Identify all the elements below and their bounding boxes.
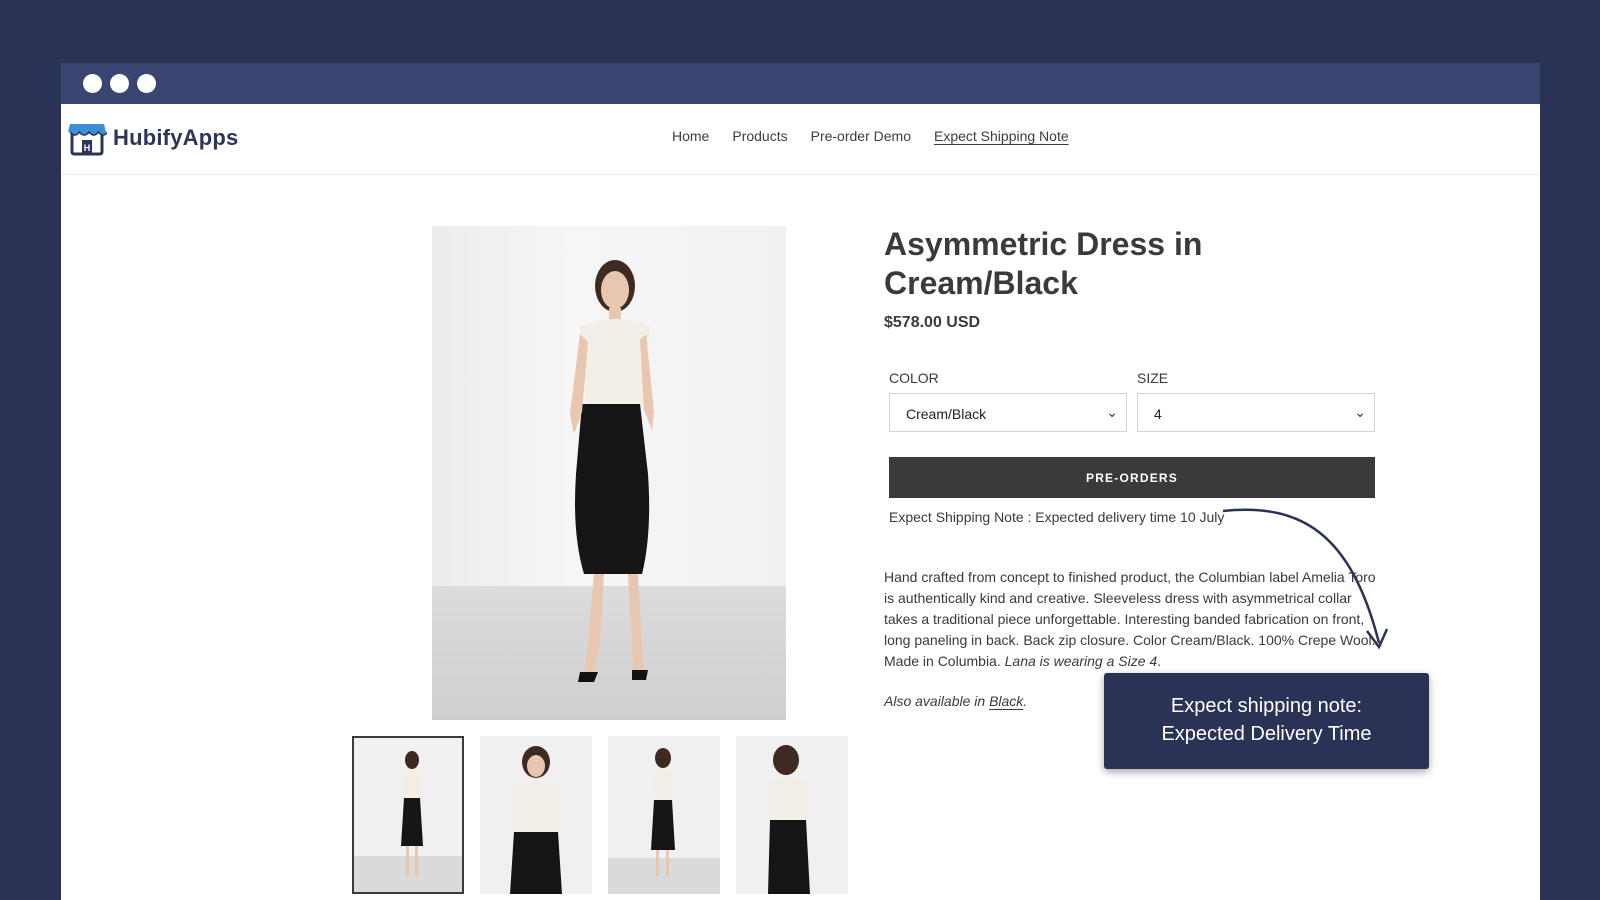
shipping-note: Expect Shipping Note : Expected delivery… (889, 509, 1225, 525)
size-select[interactable]: 4 ⌄ (1137, 393, 1375, 432)
product-thumbnail-4[interactable] (736, 736, 848, 894)
description-italic: Lana is wearing a Size 4 (1004, 653, 1158, 669)
nav-item-preorder-demo[interactable]: Pre-order Demo (811, 128, 911, 144)
nav-item-products[interactable]: Products (732, 128, 787, 144)
callout-line-1: Expect shipping note: (1170, 695, 1363, 717)
product-thumbnail-1[interactable] (352, 736, 464, 894)
nav-item-expect-shipping-note[interactable]: Expect Shipping Note (934, 128, 1069, 144)
size-label: SIZE (1137, 370, 1169, 386)
svg-text:H: H (84, 143, 91, 153)
main-nav: Home Products Pre-order Demo Expect Ship… (672, 128, 1069, 144)
product-title: Asymmetric Dress in Cream/Black (884, 226, 1203, 301)
browser-window: H HubifyApps Home Products Pre-order Dem… (61, 63, 1540, 900)
window-minimize-dot[interactable] (110, 74, 129, 93)
thumbnail-figure (651, 748, 675, 876)
chevron-down-icon: ⌄ (1354, 404, 1366, 420)
product-main-image[interactable] (432, 226, 786, 720)
product-description: Hand crafted from concept to finished pr… (884, 569, 1376, 669)
thumbnail-figure (401, 751, 423, 876)
thumbnail-figure (510, 746, 562, 894)
size-select-value: 4 (1154, 406, 1162, 422)
callout-box: Expect shipping note: Expected Delivery … (1104, 673, 1429, 769)
product-thumbnail-3[interactable] (608, 736, 720, 894)
nav-item-home[interactable]: Home (672, 128, 709, 144)
brand-logo[interactable]: H HubifyApps (67, 120, 238, 156)
also-available-prefix: Also available in (884, 693, 986, 709)
color-label: COLOR (889, 370, 939, 386)
window-close-dot[interactable] (83, 74, 102, 93)
brand-name: HubifyApps (113, 125, 239, 150)
callout-line-2: Expected Delivery Time (1161, 723, 1372, 745)
color-select[interactable]: Cream/Black ⌄ (889, 393, 1127, 432)
preorder-button[interactable]: PRE-ORDERS (889, 457, 1375, 498)
thumbnail-figure (768, 745, 810, 894)
chevron-down-icon: ⌄ (1106, 404, 1118, 420)
product-price: $578.00 USD (884, 314, 981, 331)
product-thumbnail-2[interactable] (480, 736, 592, 894)
color-select-value: Cream/Black (906, 406, 987, 422)
window-maximize-dot[interactable] (137, 74, 156, 93)
also-available: Also available in Black. (884, 693, 1028, 709)
also-available-link[interactable]: Black (989, 693, 1023, 709)
window-titlebar (61, 63, 1540, 104)
dress-model-figure (570, 260, 654, 682)
site-header: H HubifyApps Home Products Pre-order Dem… (61, 104, 1540, 175)
store-icon: H (68, 124, 107, 156)
